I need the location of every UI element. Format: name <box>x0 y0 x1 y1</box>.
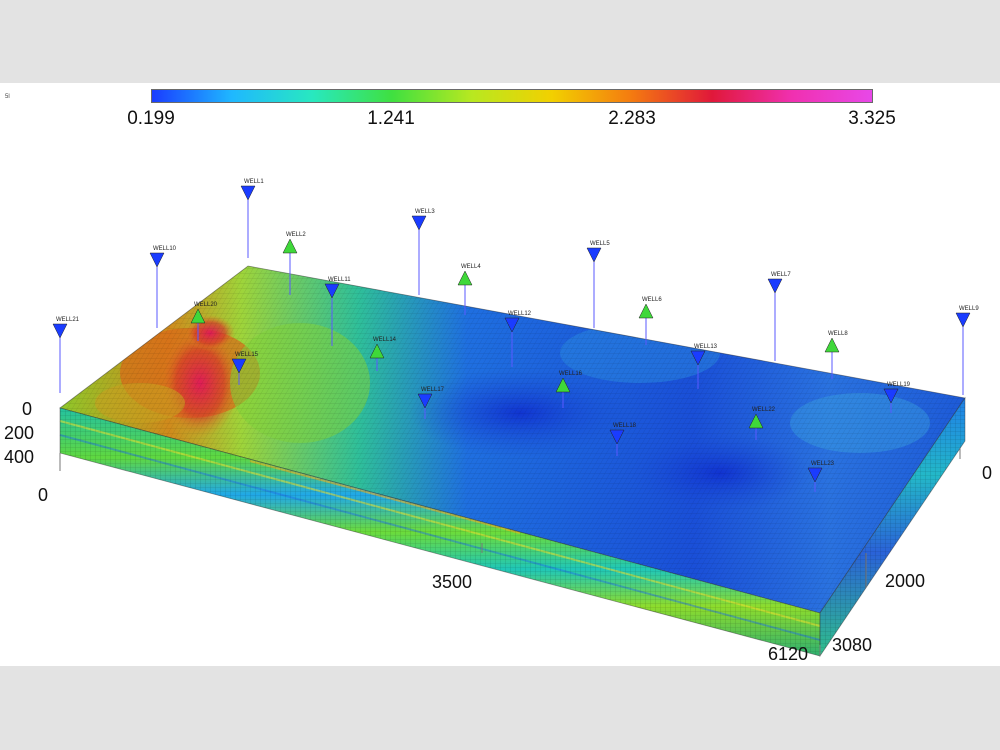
figure-panel: 5l 0.199 1.241 2.283 3.325 0 200 400 0 3… <box>0 83 1000 666</box>
well-label: WELL12 <box>508 311 532 317</box>
well-label: WELL20 <box>194 302 218 308</box>
well-marker-up-icon[interactable] <box>638 303 654 319</box>
depth-tick-0: 0 <box>22 399 32 419</box>
well-marker-down-icon[interactable] <box>586 247 602 263</box>
depth-tick-200: 200 <box>4 423 34 443</box>
well-label: WELL16 <box>559 371 583 377</box>
y-tick-3080: 3080 <box>832 635 872 655</box>
well-label: WELL5 <box>590 241 610 247</box>
well-label: WELL22 <box>752 407 776 413</box>
y-tick-0: 0 <box>982 463 992 483</box>
well-label: WELL19 <box>887 382 911 388</box>
x-tick-0: 0 <box>38 485 48 505</box>
well-marker-down-icon[interactable] <box>149 252 165 268</box>
well-label: WELL18 <box>613 423 637 429</box>
well-marker-down-icon[interactable] <box>411 215 427 231</box>
well-marker-down-icon[interactable] <box>955 312 971 328</box>
well-label: WELL17 <box>421 387 445 393</box>
x-tick-6120: 6120 <box>768 644 808 664</box>
x-tick-3500: 3500 <box>432 572 472 592</box>
depth-tick-400: 400 <box>4 447 34 467</box>
well-well6[interactable]: WELL6 <box>638 297 662 345</box>
well-marker-up-icon[interactable] <box>457 270 473 286</box>
well-marker-up-icon[interactable] <box>282 238 298 254</box>
well-well5[interactable]: WELL5 <box>586 241 610 328</box>
well-label: WELL23 <box>811 461 835 467</box>
well-label: WELL4 <box>461 264 481 270</box>
well-marker-down-icon[interactable] <box>767 278 783 294</box>
well-well10[interactable]: WELL10 <box>149 246 177 328</box>
well-label: WELL10 <box>153 246 177 252</box>
well-label: WELL1 <box>244 179 264 185</box>
well-marker-down-icon[interactable] <box>52 323 68 339</box>
well-label: WELL11 <box>328 277 351 283</box>
well-well7[interactable]: WELL7 <box>767 272 791 361</box>
well-label: WELL9 <box>959 306 979 312</box>
well-label: WELL7 <box>771 272 791 278</box>
well-marker-up-icon[interactable] <box>824 337 840 353</box>
reservoir-model-3d: 0 200 400 0 3500 6120 0 2000 3080 WELL1 W… <box>4 179 992 664</box>
well-label: WELL8 <box>828 331 848 337</box>
well-label: WELL21 <box>56 317 80 323</box>
well-marker-down-icon[interactable] <box>240 185 256 201</box>
well-label: WELL13 <box>694 344 718 350</box>
well-well8[interactable]: WELL8 <box>824 331 848 379</box>
well-well1[interactable]: WELL1 <box>240 179 264 258</box>
well-well3[interactable]: WELL3 <box>411 209 435 295</box>
well-label: WELL14 <box>373 337 397 343</box>
y-tick-2000: 2000 <box>885 571 925 591</box>
well-well9[interactable]: WELL9 <box>955 306 979 395</box>
well-label: WELL2 <box>286 232 306 238</box>
well-label: WELL6 <box>642 297 662 303</box>
well-label: WELL15 <box>235 352 259 358</box>
well-label: WELL3 <box>415 209 435 215</box>
well-well21[interactable]: WELL21 <box>52 317 80 393</box>
